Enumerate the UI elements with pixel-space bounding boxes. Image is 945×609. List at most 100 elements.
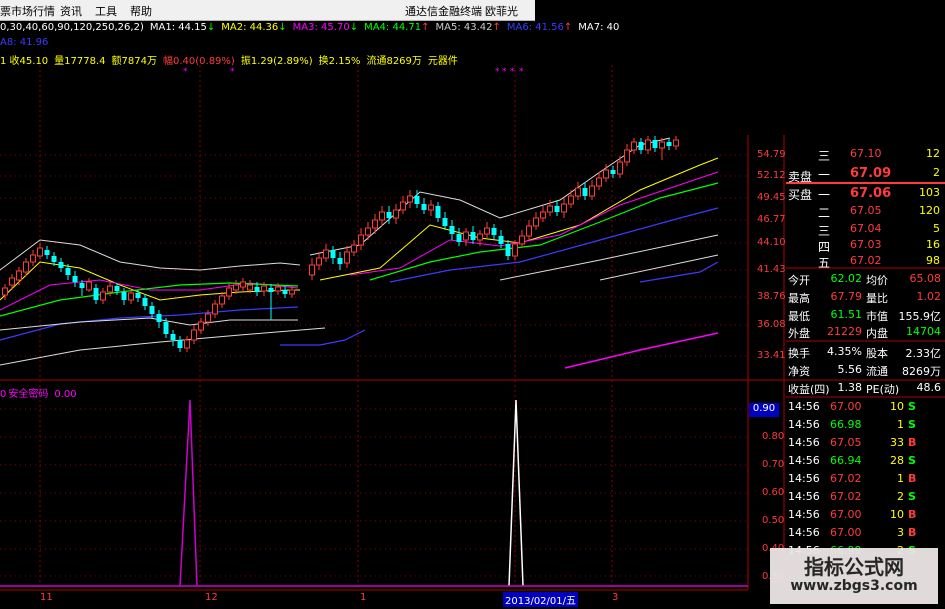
tick-volume: 3 — [897, 526, 904, 539]
tick-price: 67.02 — [830, 490, 862, 503]
sell-level: 一 — [818, 168, 831, 182]
stat-value: 62.02 — [830, 272, 863, 285]
candle-body — [428, 204, 434, 211]
tick-side: S — [908, 490, 916, 503]
candle-body — [526, 225, 532, 237]
menu-item-help[interactable]: 帮助 — [130, 3, 152, 19]
industry[interactable]: 元器件 — [428, 56, 458, 67]
watermark-title: 指标公式网 — [804, 555, 904, 579]
menu-item-market[interactable]: 票市场行情 — [0, 3, 55, 19]
candle-body — [365, 227, 371, 236]
tick-price: 67.00 — [830, 526, 862, 539]
candle-body — [309, 264, 315, 276]
tick-price: 67.00 — [830, 508, 862, 521]
app-title: 通达信金融终端 — [405, 5, 482, 18]
tick-volume: 10 — [890, 400, 904, 413]
candle-body — [58, 262, 64, 268]
ma7-value: MA7: 40 — [578, 22, 620, 33]
buy-volume: 5 — [933, 222, 940, 235]
tick-time: 14:56 — [788, 490, 820, 503]
candle-body — [540, 211, 546, 219]
tick-time: 14:56 — [788, 418, 820, 431]
menu-item-tools[interactable]: 工具 — [95, 3, 117, 19]
candle-body — [624, 149, 630, 163]
candle-body — [72, 276, 78, 282]
stat-value: 8269万 — [902, 365, 941, 378]
candle-body — [463, 231, 469, 241]
buy-price: 67.06 — [850, 186, 892, 201]
quote-info-line: 1 收45.10 量17778.4 额7874万 幅0.40(0.89%) 振1.29(… — [0, 52, 464, 67]
candle-body — [533, 217, 539, 227]
volume: 量17778.4 — [54, 56, 106, 67]
amount: 额7874万 — [111, 56, 157, 67]
stat-label: 换手 — [788, 347, 810, 360]
candle-body — [205, 313, 211, 323]
price-axis-label: 41.43 — [757, 264, 786, 275]
candle-body — [631, 141, 637, 151]
menu-item-news[interactable]: 资讯 — [60, 3, 82, 19]
indicator-axis-label: 0.70 — [762, 459, 785, 470]
tick-side: S — [908, 454, 916, 467]
stat-value: 21229 — [827, 325, 862, 338]
tick-time: 14:56 — [788, 508, 820, 521]
stat-label: 均价 — [866, 274, 888, 287]
stat-label: 最低 — [788, 310, 810, 323]
candle-body — [547, 205, 553, 213]
tick-time: 14:56 — [788, 454, 820, 467]
tick-price: 66.94 — [830, 454, 862, 467]
stat-label: 股本 — [866, 347, 888, 360]
candle-body — [198, 321, 204, 331]
candle-body — [30, 254, 36, 263]
date-axis-label: 1 — [360, 592, 367, 603]
ma-long — [499, 234, 719, 281]
candle-body — [407, 195, 413, 203]
candle-body — [233, 284, 239, 291]
candle-body — [645, 139, 651, 151]
sell-volume: 12 — [926, 147, 940, 160]
candle-body — [212, 303, 218, 315]
ma-magenta-low — [564, 332, 719, 369]
ma-blue — [0, 306, 299, 341]
ma-yellow — [0, 261, 300, 301]
stat-value: 4.35% — [827, 345, 862, 358]
candle-body — [610, 170, 616, 174]
tick-price: 67.05 — [830, 436, 862, 449]
buy-level: 五 — [818, 256, 831, 270]
buy-price: 67.04 — [850, 222, 882, 235]
tick-time: 14:56 — [788, 526, 820, 539]
amplitude: 振1.29(2.89%) — [240, 56, 313, 67]
candle-body — [156, 314, 162, 322]
candle-body — [149, 306, 155, 314]
candle-body — [316, 257, 322, 266]
ma8-value: A8: 41.96 — [0, 37, 49, 48]
candle-body — [442, 218, 448, 226]
indicator-axis-label: 0.80 — [762, 431, 785, 442]
candle-body — [477, 233, 483, 241]
tick-time: 14:56 — [788, 436, 820, 449]
date-axis-label: 3 — [612, 592, 619, 603]
marker-star: * — [510, 67, 515, 77]
candle-body — [275, 286, 281, 292]
candle-body — [100, 291, 106, 301]
tick-side: B — [908, 508, 917, 521]
candle-body — [512, 243, 518, 257]
stat-label: 量比 — [866, 292, 888, 305]
candle-body — [456, 234, 462, 242]
candle-body — [16, 270, 22, 281]
stat-label: 最高 — [788, 292, 810, 305]
price-axis-label: 44.10 — [757, 237, 786, 248]
date-axis-label: 11 — [40, 592, 53, 603]
ma-blue-low — [280, 329, 366, 346]
tick-side: S — [908, 400, 916, 413]
buy-volume: 120 — [919, 204, 940, 217]
candle-body — [449, 226, 455, 234]
candle-body — [128, 292, 134, 301]
watermark: 指标公式网 www.zbgs3.com — [770, 548, 938, 604]
tick-side: B — [908, 526, 917, 539]
price-axis-label: 49.45 — [757, 192, 786, 203]
tick-side: S — [908, 418, 916, 431]
candle-body — [435, 206, 441, 218]
indicator-title: 0 安全密码 0.00 — [0, 389, 77, 400]
stat-label: 内盘 — [866, 327, 888, 340]
tick-time: 14:56 — [788, 472, 820, 485]
